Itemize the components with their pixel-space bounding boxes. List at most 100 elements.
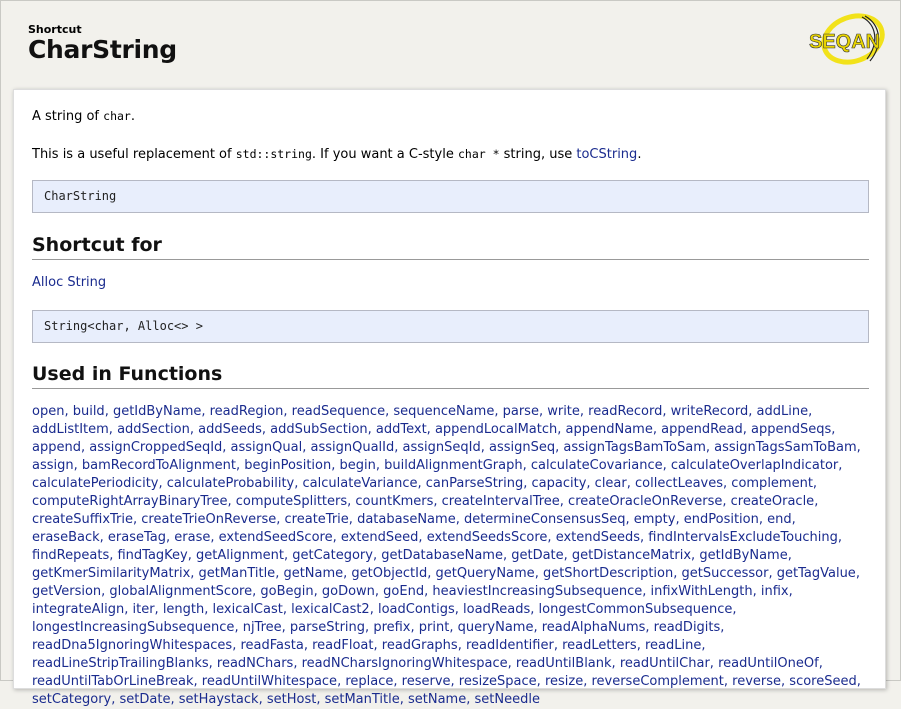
function-link[interactable]: parse [503, 404, 539, 419]
function-link[interactable]: getDate [511, 548, 563, 563]
function-link[interactable]: infixWithLength [651, 584, 753, 599]
function-link[interactable]: setManTitle [325, 692, 400, 707]
function-link[interactable]: queryName [458, 620, 534, 635]
function-link[interactable]: assignTagsSamToBam [714, 440, 857, 455]
function-link[interactable]: readUntilTabOrLineBreak [32, 674, 194, 689]
function-link[interactable]: readUntilChar [620, 656, 710, 671]
function-link[interactable]: replace [345, 674, 393, 689]
function-link[interactable]: createSuffixTrie [32, 512, 133, 527]
function-link[interactable]: createOracleOnReverse [568, 494, 722, 509]
function-link[interactable]: longestCommonSubsequence [539, 602, 733, 617]
function-link[interactable]: addText [376, 422, 427, 437]
function-link[interactable]: goBegin [260, 584, 313, 599]
function-link[interactable]: eraseBack [32, 530, 100, 545]
function-link[interactable]: end [767, 512, 792, 527]
function-link[interactable]: calculateVariance [303, 476, 418, 491]
function-link[interactable]: readFloat [312, 638, 373, 653]
function-link[interactable]: getDistanceMatrix [572, 548, 691, 563]
function-link[interactable]: open [32, 404, 64, 419]
function-link[interactable]: prefix [373, 620, 410, 635]
function-link[interactable]: getName [283, 566, 343, 581]
function-link[interactable]: extendSeedScore [219, 530, 333, 545]
function-link[interactable]: reverse [732, 674, 781, 689]
function-link[interactable]: iter [132, 602, 154, 617]
function-link[interactable]: getShortDescription [543, 566, 673, 581]
function-link[interactable]: calculateProbability [167, 476, 295, 491]
function-link[interactable]: findIntervalsExcludeTouching [648, 530, 838, 545]
tocstring-link[interactable]: toCString [576, 147, 637, 162]
function-link[interactable]: readFasta [240, 638, 303, 653]
function-link[interactable]: databaseName [357, 512, 456, 527]
function-link[interactable]: findTagKey [117, 548, 187, 563]
function-link[interactable]: getIdByName [699, 548, 787, 563]
function-link[interactable]: goEnd [383, 584, 424, 599]
function-link[interactable]: calculateOverlapIndicator [671, 458, 838, 473]
function-link[interactable]: loadReads [463, 602, 530, 617]
function-link[interactable]: assignCroppedSeqId [89, 440, 222, 455]
function-link[interactable]: addSeeds [198, 422, 262, 437]
function-link[interactable]: length [163, 602, 204, 617]
function-link[interactable]: writeRecord [671, 404, 749, 419]
function-link[interactable]: readDigits [654, 620, 721, 635]
function-link[interactable]: infix [761, 584, 789, 599]
function-link[interactable]: addSubSection [270, 422, 368, 437]
function-link[interactable]: getQueryName [435, 566, 534, 581]
function-link[interactable]: setName [408, 692, 466, 707]
function-link[interactable]: getDatabaseName [381, 548, 503, 563]
function-link[interactable]: findRepeats [32, 548, 109, 563]
function-link[interactable]: readAlphaNums [542, 620, 646, 635]
function-link[interactable]: countKmers [355, 494, 433, 509]
function-link[interactable]: calculatePeriodicity [32, 476, 158, 491]
function-link[interactable]: beginPosition [244, 458, 331, 473]
function-link[interactable]: appendName [566, 422, 653, 437]
alloc-string-link[interactable]: Alloc String [32, 275, 106, 290]
function-link[interactable]: readUntilWhitespace [202, 674, 337, 689]
function-link[interactable]: longestIncreasingSubsequence [32, 620, 234, 635]
function-link[interactable]: loadContigs [378, 602, 455, 617]
function-link[interactable]: getKmerSimilarityMatrix [32, 566, 190, 581]
function-link[interactable]: setCategory [32, 692, 111, 707]
function-link[interactable]: endPosition [684, 512, 759, 527]
function-link[interactable]: getSuccessor [682, 566, 769, 581]
function-link[interactable]: createTrie [285, 512, 349, 527]
function-link[interactable]: readIdentifier [466, 638, 554, 653]
function-link[interactable]: print [419, 620, 450, 635]
function-link[interactable]: readGraphs [382, 638, 458, 653]
function-link[interactable]: lexicalCast2 [291, 602, 370, 617]
function-link[interactable]: readRecord [588, 404, 662, 419]
function-link[interactable]: clear [595, 476, 627, 491]
function-link[interactable]: write [547, 404, 580, 419]
function-link[interactable]: erase [174, 530, 210, 545]
function-link[interactable]: appendLocalMatch [435, 422, 557, 437]
function-link[interactable]: eraseTag [108, 530, 166, 545]
function-link[interactable]: goDown [322, 584, 375, 599]
function-link[interactable]: getIdByName [113, 404, 201, 419]
function-link[interactable]: extendSeeds [556, 530, 640, 545]
function-link[interactable]: sequenceName [393, 404, 494, 419]
function-link[interactable]: createIntervalTree [442, 494, 560, 509]
function-link[interactable]: assignQualId [310, 440, 394, 455]
function-link[interactable]: createTrieOnReverse [141, 512, 276, 527]
function-link[interactable]: readNCharsIgnoringWhitespace [302, 656, 508, 671]
seqan-logo-icon[interactable]: SEQAN [807, 13, 887, 65]
function-link[interactable]: readRegion [210, 404, 284, 419]
function-link[interactable]: begin [340, 458, 376, 473]
function-link[interactable]: build [73, 404, 105, 419]
function-link[interactable]: assign [32, 458, 74, 473]
function-link[interactable]: reverseComplement [591, 674, 723, 689]
function-link[interactable]: appendRead [661, 422, 743, 437]
function-link[interactable]: readSequence [292, 404, 385, 419]
function-link[interactable]: readDna5IgnoringWhitespaces [32, 638, 232, 653]
function-link[interactable]: parseString [290, 620, 365, 635]
function-link[interactable]: empty [634, 512, 676, 527]
function-link[interactable]: addListItem [32, 422, 109, 437]
function-link[interactable]: readUntilOneOf [718, 656, 819, 671]
function-link[interactable]: getAlignment [196, 548, 284, 563]
function-link[interactable]: complement [731, 476, 813, 491]
function-link[interactable]: setHaystack [179, 692, 259, 707]
function-link[interactable]: njTree [243, 620, 282, 635]
function-link[interactable]: resizeSpace [459, 674, 537, 689]
function-link[interactable]: lexicalCast [213, 602, 283, 617]
function-link[interactable]: collectLeaves [635, 476, 723, 491]
function-link[interactable]: getObjectId [351, 566, 427, 581]
